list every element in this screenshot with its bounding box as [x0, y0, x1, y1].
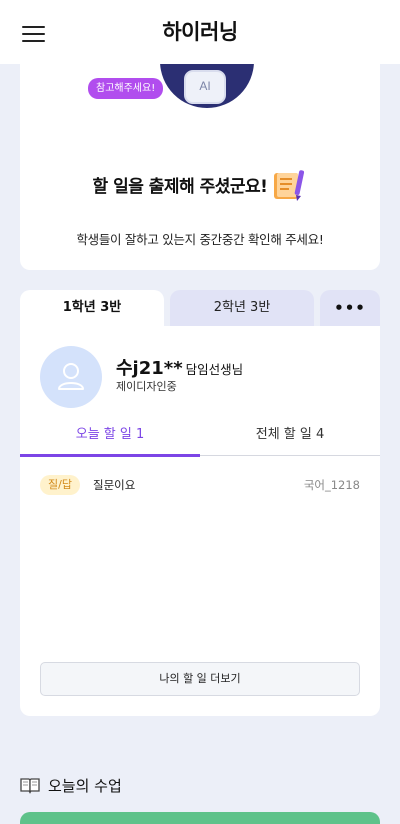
user-icon: [58, 363, 84, 390]
task-type-badge: 질/답: [40, 475, 80, 495]
teacher-name-text: 수j21**: [116, 358, 183, 379]
app-header: 하이러닝: [0, 0, 400, 64]
robot-label: AI: [199, 79, 211, 93]
lesson-card[interactable]: [20, 812, 380, 824]
robot-icon: AI: [184, 70, 226, 104]
intro-card: AI 참고해주세요! 할 일을 출제해 주셨군요! 학생들이 잘하고 있는지 중…: [20, 64, 380, 270]
class-tabs: 1학년 3반 2학년 3반 •••: [20, 290, 380, 326]
intro-headline: 할 일을 출제해 주셨군요!: [20, 170, 380, 204]
class-card: 수j21** 담임선생님 제이디자인중 오늘 할 일 1 전체 할 일 4 질/답…: [20, 326, 380, 716]
teacher-role: 담임선생님: [185, 362, 244, 377]
teacher-name: 수j21** 담임선생님: [116, 354, 243, 380]
task-subject-code: 국어_1218: [303, 478, 360, 492]
intro-subtext: 학생들이 잘하고 있는지 중간중간 확인해 주세요!: [76, 232, 324, 247]
teacher-school: 제이디자인중: [116, 380, 177, 393]
tab-class-2[interactable]: 2학년 3반: [170, 290, 314, 326]
avatar: [40, 346, 102, 408]
open-book-icon: [20, 777, 40, 794]
headline-text: 할 일을 출제해 주셨군요!: [92, 177, 268, 197]
tab-class-1[interactable]: 1학년 3반: [20, 290, 164, 326]
more-tabs-button[interactable]: •••: [320, 290, 380, 326]
task-subtabs: 오늘 할 일 1 전체 할 일 4: [20, 422, 380, 457]
task-title: 질문이요: [93, 478, 136, 492]
section-title-text: 오늘의 수업: [48, 777, 122, 795]
list-item[interactable]: 질/답 질문이요 국어_1218: [40, 475, 360, 497]
section-title: 오늘의 수업: [20, 775, 122, 796]
tab-today-tasks[interactable]: 오늘 할 일 1: [20, 422, 200, 457]
more-tasks-button[interactable]: 나의 할 일 더보기: [40, 662, 360, 696]
speech-bubble: 참고해주세요!: [88, 78, 164, 99]
app-title: 하이러닝: [162, 20, 238, 44]
tab-all-tasks[interactable]: 전체 할 일 4: [200, 422, 380, 456]
book-pencil-icon: [274, 170, 305, 201]
